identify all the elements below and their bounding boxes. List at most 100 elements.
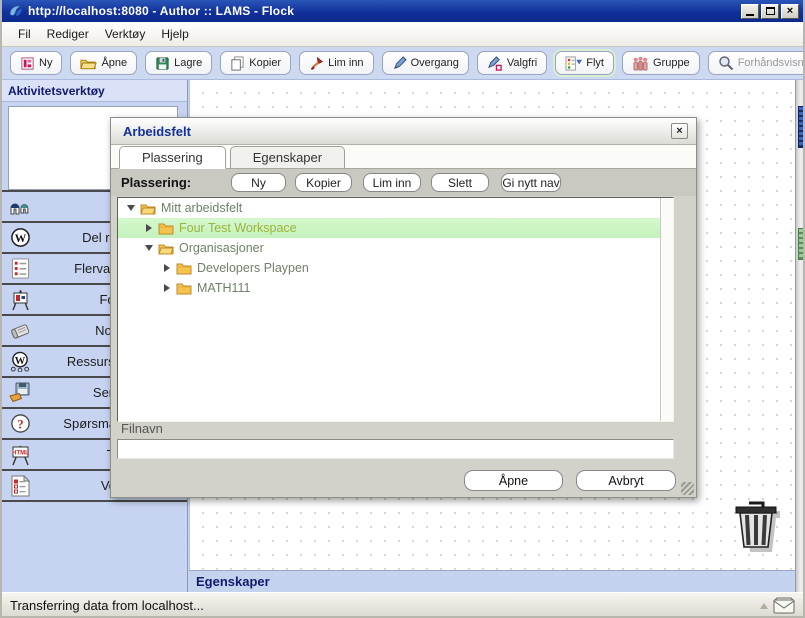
folder-icon bbox=[176, 282, 192, 295]
tree-node-label[interactable]: Organisasjoner bbox=[179, 241, 264, 255]
tree-row-mitt-arbeidsfelt[interactable]: Mitt arbeidsfelt bbox=[118, 198, 661, 218]
flow-button-label: Flyt bbox=[586, 57, 604, 69]
tab-egenskaper[interactable]: Egenskaper bbox=[230, 146, 345, 169]
copy-icon bbox=[230, 56, 245, 71]
toolbar: Ny Åpne Lagre Kopier Lim inn Overgang Va… bbox=[2, 47, 803, 80]
new-button-label: Ny bbox=[39, 57, 52, 69]
open-dialog-button[interactable]: Åpne bbox=[464, 470, 563, 491]
workspace-dialog: Arbeidsfelt × Plassering Egenskaper Plas… bbox=[110, 117, 697, 498]
svg-text:HTML: HTML bbox=[12, 450, 29, 456]
menu-fil[interactable]: Fil bbox=[18, 27, 31, 41]
share-resources-icon: W bbox=[8, 227, 32, 248]
tree-scrollbar[interactable] bbox=[660, 198, 673, 421]
trash-icon[interactable] bbox=[729, 496, 789, 556]
filename-input[interactable] bbox=[117, 439, 674, 459]
optional-button-label: Valgfri bbox=[507, 57, 537, 69]
properties-bar[interactable]: Egenskaper bbox=[189, 570, 795, 592]
menu-verktoy[interactable]: Verktøy bbox=[105, 27, 146, 41]
open-button-label: Åpne bbox=[101, 57, 127, 69]
resize-grip[interactable] bbox=[681, 482, 694, 495]
question-answer-icon: ? bbox=[8, 413, 32, 434]
forum-icon bbox=[8, 289, 32, 311]
group-button[interactable]: Gruppe bbox=[622, 51, 700, 75]
group-button-label: Gruppe bbox=[653, 57, 690, 69]
close-button[interactable]: × bbox=[781, 4, 799, 19]
voting-icon bbox=[8, 475, 32, 497]
resize-triangle-icon bbox=[760, 603, 768, 609]
tree-row-organisasjoner[interactable]: Organisasjoner bbox=[118, 238, 661, 258]
chevron-right-icon[interactable] bbox=[162, 264, 172, 272]
paste-brush-icon bbox=[309, 56, 324, 71]
chevron-right-icon[interactable] bbox=[162, 284, 172, 292]
menu-rediger[interactable]: Rediger bbox=[47, 27, 89, 41]
menu-hjelp[interactable]: Hjelp bbox=[161, 27, 188, 41]
preview-button[interactable]: Forhåndsvisning bbox=[708, 51, 805, 75]
browser-window: http://localhost:8080 - Author :: LAMS -… bbox=[0, 0, 805, 618]
preview-button-label: Forhåndsvisning bbox=[738, 57, 805, 69]
maximize-icon bbox=[766, 7, 775, 15]
paste-button[interactable]: Lim inn bbox=[299, 51, 373, 75]
pencil-optional-icon bbox=[487, 56, 503, 71]
tree-node-label[interactable]: Mitt arbeidsfelt bbox=[161, 201, 242, 215]
open-folder-icon bbox=[158, 242, 174, 255]
submit-icon bbox=[8, 382, 32, 403]
paste-button-label: Lim inn bbox=[328, 57, 363, 69]
window-title: http://localhost:8080 - Author :: LAMS -… bbox=[28, 4, 741, 18]
dialog-tabs: Plassering Egenskaper bbox=[111, 145, 696, 169]
multiple-choice-icon bbox=[8, 258, 32, 279]
tree-row-developers-playpen[interactable]: Developers Playpen bbox=[118, 258, 661, 278]
section-label: Plassering: bbox=[121, 175, 191, 190]
flow-icon bbox=[565, 56, 582, 71]
dialog-close-button[interactable]: × bbox=[671, 123, 688, 139]
pencil-icon bbox=[392, 56, 407, 71]
scrollbar-thumb[interactable] bbox=[798, 106, 805, 148]
save-button-label: Lagre bbox=[174, 57, 202, 69]
folder-icon bbox=[176, 262, 192, 275]
minimize-icon bbox=[746, 14, 754, 16]
optional-button[interactable]: Valgfri bbox=[477, 51, 547, 75]
tab-plassering[interactable]: Plassering bbox=[119, 146, 226, 169]
magnifier-icon bbox=[718, 55, 734, 71]
dialog-controls-row: Plassering: Ny Kopier Lim inn Slett Gi n… bbox=[111, 169, 696, 196]
open-folder-icon bbox=[80, 56, 97, 70]
status-text: Transferring data from localhost... bbox=[10, 598, 204, 613]
dialog-title: Arbeidsfelt bbox=[123, 124, 671, 139]
minimize-button[interactable] bbox=[741, 4, 759, 19]
open-folder-icon bbox=[140, 202, 156, 215]
vertical-scrollbar[interactable] bbox=[795, 80, 805, 592]
maximize-button[interactable] bbox=[761, 4, 779, 19]
menu-bar: Fil Rediger Verktøy Hjelp bbox=[2, 22, 803, 47]
dialog-title-bar[interactable]: Arbeidsfelt × bbox=[111, 118, 696, 145]
open-button[interactable]: Åpne bbox=[70, 51, 137, 75]
copy-button[interactable]: Kopier bbox=[220, 51, 291, 75]
save-icon bbox=[155, 56, 170, 71]
cancel-dialog-button[interactable]: Avbryt bbox=[576, 470, 676, 491]
chevron-down-icon[interactable] bbox=[144, 245, 154, 251]
tree-rename-button[interactable]: Gi nytt nav bbox=[501, 173, 561, 192]
mail-icon[interactable] bbox=[773, 597, 795, 614]
tree-new-button[interactable]: Ny bbox=[231, 173, 286, 192]
tree-paste-button[interactable]: Lim inn bbox=[363, 173, 421, 192]
svg-text:?: ? bbox=[17, 417, 23, 431]
new-button[interactable]: Ny bbox=[10, 51, 62, 75]
folder-icon bbox=[158, 222, 174, 235]
workspace-tree: Mitt arbeidsfelt Four Test Workspace Org… bbox=[117, 197, 674, 422]
chevron-down-icon[interactable] bbox=[126, 205, 136, 211]
flow-button[interactable]: Flyt bbox=[555, 51, 614, 75]
status-bar: Transferring data from localhost... bbox=[2, 592, 803, 618]
tree-node-label[interactable]: Four Test Workspace bbox=[179, 221, 297, 235]
sidebar-header: Aktivitetsverktøy bbox=[2, 80, 187, 102]
filename-label: Filnavn bbox=[121, 421, 163, 436]
tree-node-label[interactable]: MATH111 bbox=[197, 281, 251, 295]
tree-node-label[interactable]: Developers Playpen bbox=[197, 261, 309, 275]
transition-button[interactable]: Overgang bbox=[382, 51, 469, 75]
chevron-right-icon[interactable] bbox=[144, 224, 154, 232]
flock-icon bbox=[8, 3, 24, 19]
tree-row-math111[interactable]: MATH111 bbox=[118, 278, 661, 298]
tree-delete-button[interactable]: Slett bbox=[431, 173, 489, 192]
svg-text:W: W bbox=[15, 356, 26, 367]
save-button[interactable]: Lagre bbox=[145, 51, 212, 75]
whiteboard-icon: HTML bbox=[8, 444, 32, 466]
tree-copy-button[interactable]: Kopier bbox=[295, 173, 352, 192]
tree-row-four-test-workspace[interactable]: Four Test Workspace bbox=[118, 218, 661, 238]
